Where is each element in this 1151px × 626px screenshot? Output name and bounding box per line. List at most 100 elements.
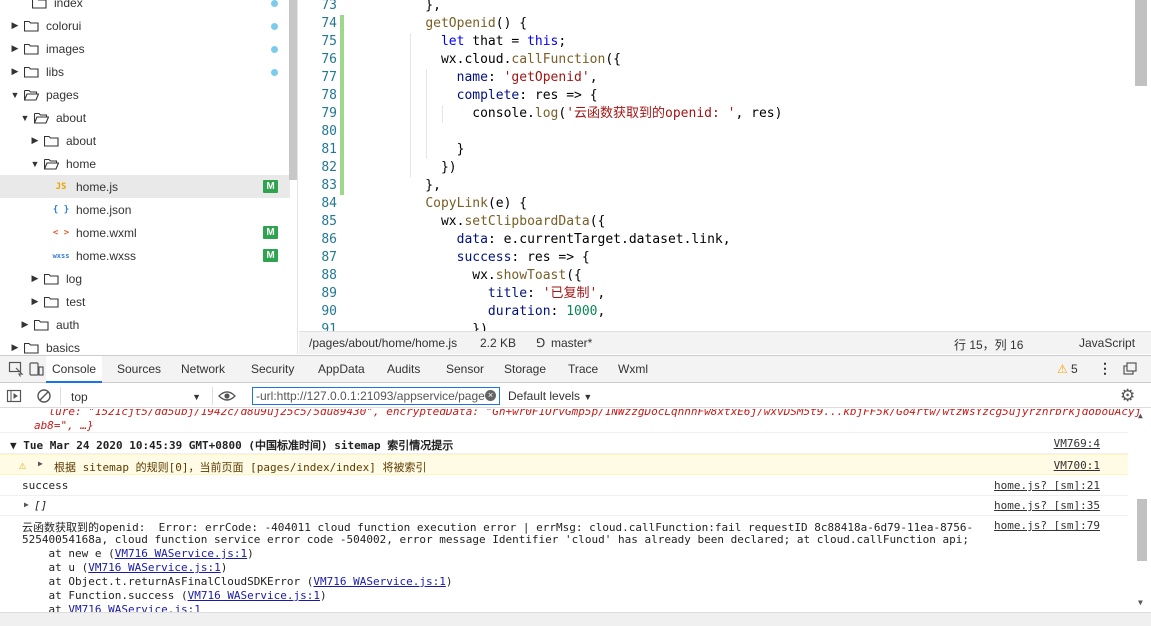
warning-icon[interactable]: ⚠	[1057, 362, 1068, 376]
code-text[interactable]: title: '已复制',	[394, 285, 605, 303]
tree-item[interactable]: ▶ test	[0, 290, 290, 313]
tree-item[interactable]: index	[0, 0, 290, 14]
code-text[interactable]: wx.setClipboardData({	[394, 213, 605, 231]
code-text[interactable]: }	[394, 141, 465, 159]
tree-item[interactable]: ▼ pages	[0, 83, 290, 106]
tree-item[interactable]: ▼ home	[0, 152, 290, 175]
source-link[interactable]: home.js? [sm]:79	[994, 519, 1100, 532]
code-line[interactable]: 90 duration: 1000,	[299, 303, 1151, 321]
code-text[interactable]: duration: 1000,	[394, 303, 605, 321]
expand-arrow-icon[interactable]: ▶	[38, 459, 43, 468]
scroll-down-icon[interactable]: ▼	[1138, 598, 1143, 607]
code-line[interactable]: 86 data: e.currentTarget.dataset.link,	[299, 231, 1151, 249]
tab-wxml[interactable]: Wxml	[612, 356, 654, 383]
git-branch[interactable]: master*	[551, 336, 592, 350]
code-line[interactable]: 83 },	[299, 177, 1151, 195]
tab-trace[interactable]: Trace	[562, 356, 604, 383]
chevron-right-icon[interactable]: ▶	[10, 342, 20, 353]
code-text[interactable]: },	[394, 177, 441, 195]
code-text[interactable]: wx.cloud.callFunction({	[394, 51, 621, 69]
tab-sensor[interactable]: Sensor	[440, 356, 490, 383]
tree-item[interactable]: { } home.json	[0, 198, 290, 221]
group-header-text[interactable]: ▼ Tue Mar 24 2020 10:45:39 GMT+0800 (中国标…	[10, 437, 453, 453]
tree-item[interactable]: ▶ colorui	[0, 14, 290, 37]
stack-source-link[interactable]: VM716 WAService.js:1	[115, 547, 247, 560]
tab-audits[interactable]: Audits	[381, 356, 426, 383]
code-line[interactable]: 87 success: res => {	[299, 249, 1151, 267]
source-link[interactable]: home.js? [sm]:21	[994, 479, 1100, 492]
code-line[interactable]: 73 },	[299, 0, 1151, 15]
tree-item[interactable]: < > home.wxml M	[0, 221, 290, 244]
tree-scrollbar[interactable]	[289, 0, 297, 180]
code-text[interactable]: data: e.currentTarget.dataset.link,	[394, 231, 731, 249]
device-toggle-icon[interactable]	[28, 361, 44, 377]
chevron-right-icon[interactable]: ▶	[10, 43, 20, 54]
code-line[interactable]: 88 wx.showToast({	[299, 267, 1151, 285]
tab-console[interactable]: Console	[46, 356, 103, 383]
code-text[interactable]: complete: res => {	[394, 87, 598, 105]
tree-item[interactable]: ▶ basics	[0, 336, 290, 355]
chevron-down-icon[interactable]: ▼	[10, 90, 20, 100]
tree-item[interactable]: ▶ auth	[0, 313, 290, 336]
code-line[interactable]: 76 wx.cloud.callFunction({	[299, 51, 1151, 69]
code-text[interactable]: })	[394, 159, 457, 177]
code-line[interactable]: 84 CopyLink(e) {	[299, 195, 1151, 213]
git-branch-icon[interactable]: ⅁	[536, 336, 545, 350]
tab-storage[interactable]: Storage	[498, 356, 552, 383]
console-scroll-thumb[interactable]	[1137, 499, 1147, 561]
chevron-right-icon[interactable]: ▶	[30, 273, 40, 284]
source-link[interactable]: VM769:4	[1054, 437, 1100, 450]
tab-network[interactable]: Network	[175, 356, 231, 383]
undock-icon[interactable]	[1122, 361, 1138, 377]
tree-item[interactable]: wxss home.wxss M	[0, 244, 290, 267]
code-text[interactable]: success: res => {	[394, 249, 590, 267]
tree-item[interactable]: ▶ libs	[0, 60, 290, 83]
gear-icon[interactable]: ⚙	[1120, 386, 1135, 406]
context-selector[interactable]: top ▼	[66, 386, 206, 406]
stack-source-link[interactable]: VM716 WAService.js:1	[68, 603, 200, 612]
stack-source-link[interactable]: VM716 WAService.js:1	[88, 561, 220, 574]
code-editor[interactable]: 73 }, 74 getOpenid() {75 let that = this;…	[299, 0, 1151, 331]
chevron-right-icon[interactable]: ▶	[30, 135, 40, 146]
code-line[interactable]: 85 wx.setClipboardData({	[299, 213, 1151, 231]
sidebar-toggle-icon[interactable]	[6, 388, 22, 404]
code-text[interactable]: name: 'getOpenid',	[394, 69, 598, 87]
source-link[interactable]: home.js? [sm]:35	[994, 499, 1100, 512]
tree-item[interactable]: ▼ about	[0, 106, 290, 129]
code-text[interactable]: let that = this;	[394, 33, 566, 51]
code-line[interactable]: 74 getOpenid() {	[299, 15, 1151, 33]
inspect-element-icon[interactable]	[8, 361, 24, 377]
code-line[interactable]: 91 })	[299, 321, 1151, 331]
more-menu-icon[interactable]: ⋮	[1098, 360, 1112, 377]
chevron-right-icon[interactable]: ▶	[10, 66, 20, 77]
tree-item[interactable]: ▶ about	[0, 129, 290, 152]
chevron-down-icon[interactable]: ▼	[30, 159, 40, 169]
code-text[interactable]: })	[394, 321, 488, 331]
log-message[interactable]: []	[34, 499, 47, 512]
stack-source-link[interactable]: VM716 WAService.js:1	[313, 575, 445, 588]
clear-filter-icon[interactable]: ×	[485, 390, 496, 401]
code-text[interactable]: },	[394, 0, 441, 15]
console-filter-input[interactable]	[252, 387, 500, 405]
tab-security[interactable]: Security	[245, 356, 300, 383]
code-line[interactable]: 82 })	[299, 159, 1151, 177]
tab-sources[interactable]: Sources	[111, 356, 167, 383]
tree-item[interactable]: JS home.js M	[0, 175, 290, 198]
eye-icon[interactable]	[218, 388, 236, 404]
clear-console-icon[interactable]	[36, 388, 52, 404]
stack-source-link[interactable]: VM716 WAService.js:1	[188, 589, 320, 602]
source-link[interactable]: VM700:1	[1054, 459, 1100, 472]
chevron-right-icon[interactable]: ▶	[10, 20, 20, 31]
chevron-right-icon[interactable]: ▶	[20, 319, 30, 330]
scroll-up-icon[interactable]: ▲	[1138, 411, 1143, 420]
chevron-down-icon[interactable]: ▼	[20, 113, 30, 123]
expand-arrow-icon[interactable]: ▶	[24, 500, 29, 509]
code-line[interactable]: 75 let that = this;	[299, 33, 1151, 51]
tree-item[interactable]: ▶ images	[0, 37, 290, 60]
tab-appdata[interactable]: AppData	[312, 356, 371, 383]
code-text[interactable]: getOpenid() {	[394, 15, 527, 33]
console-group-header[interactable]: ▼ Tue Mar 24 2020 10:45:39 GMT+0800 (中国标…	[0, 435, 1128, 454]
code-text[interactable]: console.log('云函数获取到的openid: ', res)	[394, 105, 782, 123]
tree-item[interactable]: ▶ log	[0, 267, 290, 290]
log-levels-dropdown[interactable]: Default levels ▼	[508, 389, 592, 403]
